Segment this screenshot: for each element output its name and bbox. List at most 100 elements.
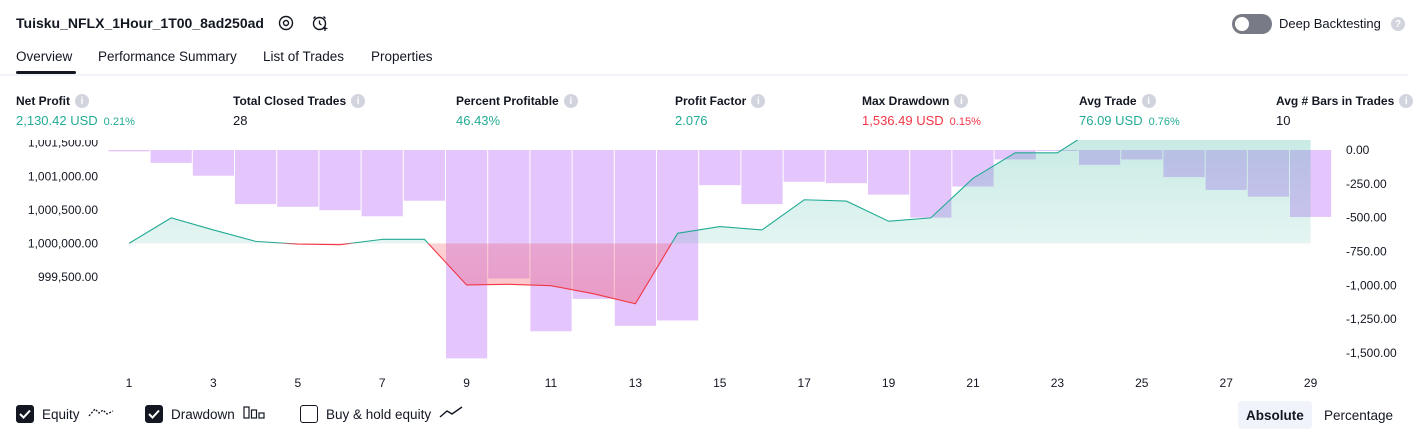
deep-backtesting-label: Deep Backtesting xyxy=(1279,16,1381,31)
equity-checkbox[interactable] xyxy=(16,405,34,423)
metric-label: Profit Factor xyxy=(675,94,747,108)
equity-line-icon xyxy=(88,405,114,424)
info-icon[interactable]: i xyxy=(75,94,89,108)
right-axis-tick-label: -250.00 xyxy=(1346,177,1387,191)
right-axis-tick-label: -750.00 xyxy=(1346,244,1387,258)
x-axis-tick-label: 17 xyxy=(798,376,812,390)
metric-label: Max Drawdown xyxy=(862,94,950,108)
info-icon[interactable]: i xyxy=(751,94,766,108)
metric-net-profit: Net Profit i 2,130.42 USD 0.21% xyxy=(16,94,135,128)
x-axis: 1 3 5 7 9 11 13 15 17 19 21 23 25 27 29 xyxy=(126,376,1318,390)
drawdown-bar xyxy=(699,150,741,186)
info-icon[interactable]: i xyxy=(1141,94,1156,108)
left-axis-tick-label: 1,001,500.00 xyxy=(28,140,98,150)
metric-label: Avg Trade xyxy=(1079,94,1137,108)
metric-avg-bars-in-trades: Avg # Bars in Trades i 10 xyxy=(1276,94,1414,128)
left-axis-tick-label: 1,001,000.00 xyxy=(28,169,98,183)
buy-hold-line-icon xyxy=(439,405,463,424)
x-axis-tick-label: 23 xyxy=(1051,376,1065,390)
left-axis: 999,500.00 1,000,000.00 1,000,500.00 1,001,… xyxy=(28,140,98,284)
x-axis-tick-label: 13 xyxy=(629,376,643,390)
metric-value: 2,130.42 USD xyxy=(16,113,98,128)
drawdown-bar xyxy=(741,150,783,205)
legend-drawdown[interactable]: Drawdown xyxy=(145,404,265,424)
metric-value: 1,536.49 USD xyxy=(862,113,944,128)
left-axis-tick-label: 1,000,000.00 xyxy=(28,236,98,250)
x-axis-tick-label: 19 xyxy=(882,376,896,390)
x-axis-tick-label: 21 xyxy=(966,376,980,390)
info-icon[interactable]: i xyxy=(351,94,366,108)
info-icon[interactable]: i xyxy=(563,94,578,108)
x-axis-tick-label: 11 xyxy=(545,376,558,390)
x-axis-tick-label: 27 xyxy=(1220,376,1234,390)
right-axis: 0.00 -250.00 -500.00 -750.00 -1,000.00 -1,250… xyxy=(1346,143,1397,360)
info-icon[interactable]: i xyxy=(954,94,969,108)
legend-label: Drawdown xyxy=(171,406,235,422)
metric-label: Avg # Bars in Trades xyxy=(1276,94,1395,108)
drawdown-bar xyxy=(192,150,234,176)
legend-label: Equity xyxy=(42,406,80,422)
drawdown-bar xyxy=(150,150,192,163)
drawdown-bar xyxy=(319,150,361,211)
report-tabs: Overview Performance Summary List of Tra… xyxy=(0,46,1408,76)
equity-drawdown-chart[interactable]: 999,500.00 1,000,000.00 1,000,500.00 1,001,… xyxy=(0,140,1424,396)
settings-icon[interactable] xyxy=(276,13,296,33)
deep-backtesting-toggle[interactable] xyxy=(1232,14,1272,34)
right-axis-tick-label: -500.00 xyxy=(1346,211,1387,225)
metric-max-drawdown: Max Drawdown i 1,536.49 USD 0.15% xyxy=(862,94,981,128)
x-axis-tick-label: 5 xyxy=(294,376,301,390)
metric-percent: 0.76% xyxy=(1148,116,1180,128)
x-axis-tick-label: 15 xyxy=(713,376,727,390)
metric-value: 46.43% xyxy=(456,113,501,128)
x-axis-tick-label: 7 xyxy=(379,376,386,390)
x-axis-tick-label: 29 xyxy=(1304,376,1318,390)
drawdown-bar xyxy=(235,150,277,205)
tab-performance-summary[interactable]: Performance Summary xyxy=(98,49,237,64)
legend-equity[interactable]: Equity xyxy=(16,404,114,424)
x-axis-tick-label: 1 xyxy=(126,376,133,390)
right-axis-tick-label: -1,250.00 xyxy=(1346,312,1397,326)
legend-label: Buy & hold equity xyxy=(326,406,432,422)
metric-percent: 0.21% xyxy=(103,116,135,128)
metric-label: Total Closed Trades xyxy=(233,94,347,108)
info-icon[interactable]: i xyxy=(1399,94,1414,108)
metric-value: 10 xyxy=(1276,113,1291,128)
absolute-button[interactable]: Absolute xyxy=(1238,401,1312,429)
x-axis-tick-label: 25 xyxy=(1135,376,1149,390)
legend-buy-hold-equity[interactable]: Buy & hold equity xyxy=(300,404,463,424)
right-axis-tick-label: -1,500.00 xyxy=(1346,346,1397,360)
tab-list-of-trades[interactable]: List of Trades xyxy=(263,49,344,64)
strategy-title: Tuisku_NFLX_1Hour_1T00_8ad250ad xyxy=(16,15,264,31)
metric-value: 2.076 xyxy=(675,113,708,128)
buy-hold-checkbox[interactable] xyxy=(300,405,318,423)
tab-properties[interactable]: Properties xyxy=(371,49,433,64)
drawdown-bar xyxy=(108,150,150,152)
left-axis-tick-label: 999,500.00 xyxy=(38,270,98,284)
report-header: Tuisku_NFLX_1Hour_1T00_8ad250ad Deep Bac… xyxy=(0,0,1424,46)
tab-overview[interactable]: Overview xyxy=(16,49,77,74)
drawdown-bar xyxy=(825,150,867,184)
metric-percent: 0.15% xyxy=(949,116,981,128)
left-axis-tick-label: 1,000,500.00 xyxy=(28,203,98,217)
toggle-knob xyxy=(1235,17,1249,31)
drawdown-checkbox[interactable] xyxy=(145,405,163,423)
drawdown-bar xyxy=(403,150,445,201)
drawdown-bar xyxy=(530,150,572,332)
percentage-button[interactable]: Percentage xyxy=(1316,401,1401,429)
metric-percent-profitable: Percent Profitable i 46.43% xyxy=(456,94,578,128)
help-icon[interactable]: ? xyxy=(1391,17,1405,31)
right-axis-tick-label: 0.00 xyxy=(1346,143,1370,157)
drawdown-bar xyxy=(277,150,319,207)
metric-value: 28 xyxy=(233,113,248,128)
drawdown-bar xyxy=(783,150,825,182)
add-alert-icon[interactable] xyxy=(310,13,330,33)
metric-label: Percent Profitable xyxy=(456,94,559,108)
metric-value: 76.09 USD xyxy=(1079,113,1143,128)
drawdown-bars-icon xyxy=(243,405,265,424)
metric-label: Net Profit xyxy=(16,94,70,108)
metric-profit-factor: Profit Factor i 2.076 xyxy=(675,94,766,128)
drawdown-bar xyxy=(868,150,910,195)
metric-total-closed-trades: Total Closed Trades i 28 xyxy=(233,94,366,128)
x-axis-tick-label: 9 xyxy=(463,376,470,390)
right-axis-tick-label: -1,000.00 xyxy=(1346,278,1397,292)
